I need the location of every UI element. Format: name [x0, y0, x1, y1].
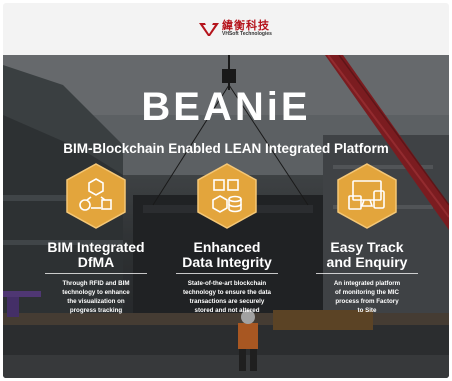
- company-name-en: VHSoft Technologies: [222, 31, 272, 37]
- banner: 緯衡科技 VHSoft Technologies BEANiE BIM-Bloc…: [3, 3, 449, 378]
- header: 緯衡科技 VHSoft Technologies: [3, 3, 449, 55]
- vhsoft-logo-icon: [199, 23, 219, 36]
- company-logo: 緯衡科技 VHSoft Technologies: [199, 21, 272, 37]
- feature-title-integrity: Enhanced Data Integrity: [182, 239, 272, 270]
- feature-title-track: Easy Track and Enquiry: [326, 239, 408, 270]
- dfma-cycle-icon: [66, 163, 126, 229]
- construction-site-photo: BEANiE BIM-Blockchain Enabled LEAN Integ…: [3, 55, 449, 378]
- feature-desc-integrity: State-of-the-art blockchain technology t…: [182, 280, 271, 314]
- feature-divider: [45, 273, 147, 274]
- devices-icon: [337, 163, 397, 229]
- feature-title-dfma: BIM Integrated DfMA: [47, 239, 145, 270]
- blockchain-database-icon: [197, 163, 257, 229]
- platform-subtitle: BIM-Blockchain Enabled LEAN Integrated P…: [63, 141, 389, 156]
- feature-desc-track: An integrated platform of monitoring the…: [333, 280, 401, 314]
- feature-divider: [316, 273, 418, 274]
- feature-divider: [176, 273, 278, 274]
- feature-desc-dfma: Through RFID and BIM technology to enhan…: [62, 280, 130, 314]
- brand-title: BEANiE: [141, 85, 311, 129]
